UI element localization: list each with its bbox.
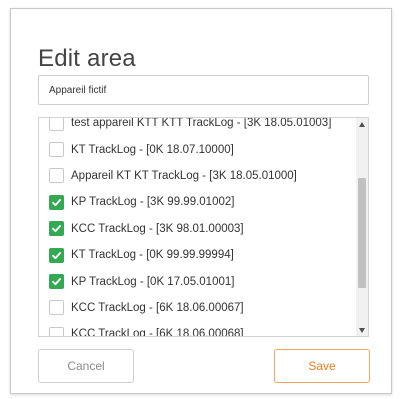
list-item[interactable]: KP TrackLog - [3K 99.99.01002] (39, 189, 356, 215)
list-item[interactable]: KT TrackLog - [0K 18.07.10000] (39, 136, 356, 162)
list-item-label: KT TrackLog - [0K 18.07.10000] (71, 143, 234, 156)
list-item[interactable]: KCC TrackLog - [6K 18.06.00067] (39, 295, 356, 321)
edit-area-dialog: Edit area test appareil KTT KTT TrackLog… (10, 8, 392, 394)
device-list-items: test appareil KTT KTT TrackLog - [3K 18.… (39, 118, 356, 336)
list-item-label: KT TrackLog - [0K 99.99.99994] (71, 249, 234, 262)
list-item[interactable]: KCC TrackLog - [3K 98.01.00003] (39, 216, 356, 242)
scroll-up-arrow-icon[interactable] (356, 118, 368, 130)
checkbox-unchecked[interactable] (49, 300, 64, 316)
list-item-label: KCC TrackLog - [3K 98.01.00003] (71, 222, 244, 235)
list-item-label: KCC TrackLog - [6K 18.06.00068] (71, 328, 244, 336)
list-item-label: test appareil KTT KTT TrackLog - [3K 18.… (71, 118, 332, 130)
list-item[interactable]: Appareil KT KT TrackLog - [3K 18.05.0100… (39, 163, 356, 189)
checkbox-checked[interactable] (49, 247, 64, 263)
list-item-label: Appareil KT KT TrackLog - [3K 18.05.0100… (71, 169, 297, 182)
checkbox-checked[interactable] (49, 221, 64, 237)
checkbox-unchecked[interactable] (49, 142, 64, 158)
list-item[interactable]: KCC TrackLog - [6K 18.06.00068] (39, 321, 356, 336)
scroll-down-arrow-icon[interactable] (356, 324, 368, 336)
checkmark-icon (52, 251, 61, 259)
list-scrollbar[interactable] (356, 118, 368, 336)
dialog-title: Edit area (38, 45, 136, 72)
area-name-input[interactable] (38, 75, 369, 105)
save-button[interactable]: Save (274, 349, 370, 383)
device-list[interactable]: test appareil KTT KTT TrackLog - [3K 18.… (38, 117, 369, 337)
list-item[interactable]: KT TrackLog - [0K 99.99.99994] (39, 242, 356, 268)
list-item[interactable]: KP TrackLog - [0K 17.05.01001] (39, 268, 356, 294)
checkbox-checked[interactable] (49, 194, 64, 210)
list-item-label: KCC TrackLog - [6K 18.06.00067] (71, 301, 244, 314)
checkbox-unchecked[interactable] (49, 168, 64, 184)
device-list-viewport: test appareil KTT KTT TrackLog - [3K 18.… (39, 118, 356, 336)
checkbox-unchecked[interactable] (49, 118, 64, 131)
scrollbar-thumb[interactable] (358, 178, 366, 288)
list-item[interactable]: test appareil KTT KTT TrackLog - [3K 18.… (39, 118, 356, 136)
checkbox-unchecked[interactable] (49, 326, 64, 336)
cancel-button[interactable]: Cancel (38, 349, 134, 383)
checkmark-icon (52, 278, 61, 286)
list-item-label: KP TrackLog - [0K 17.05.01001] (71, 275, 235, 288)
checkbox-checked[interactable] (49, 274, 64, 290)
checkmark-icon (52, 198, 61, 206)
checkmark-icon (52, 225, 61, 233)
list-item-label: KP TrackLog - [3K 99.99.01002] (71, 196, 235, 209)
